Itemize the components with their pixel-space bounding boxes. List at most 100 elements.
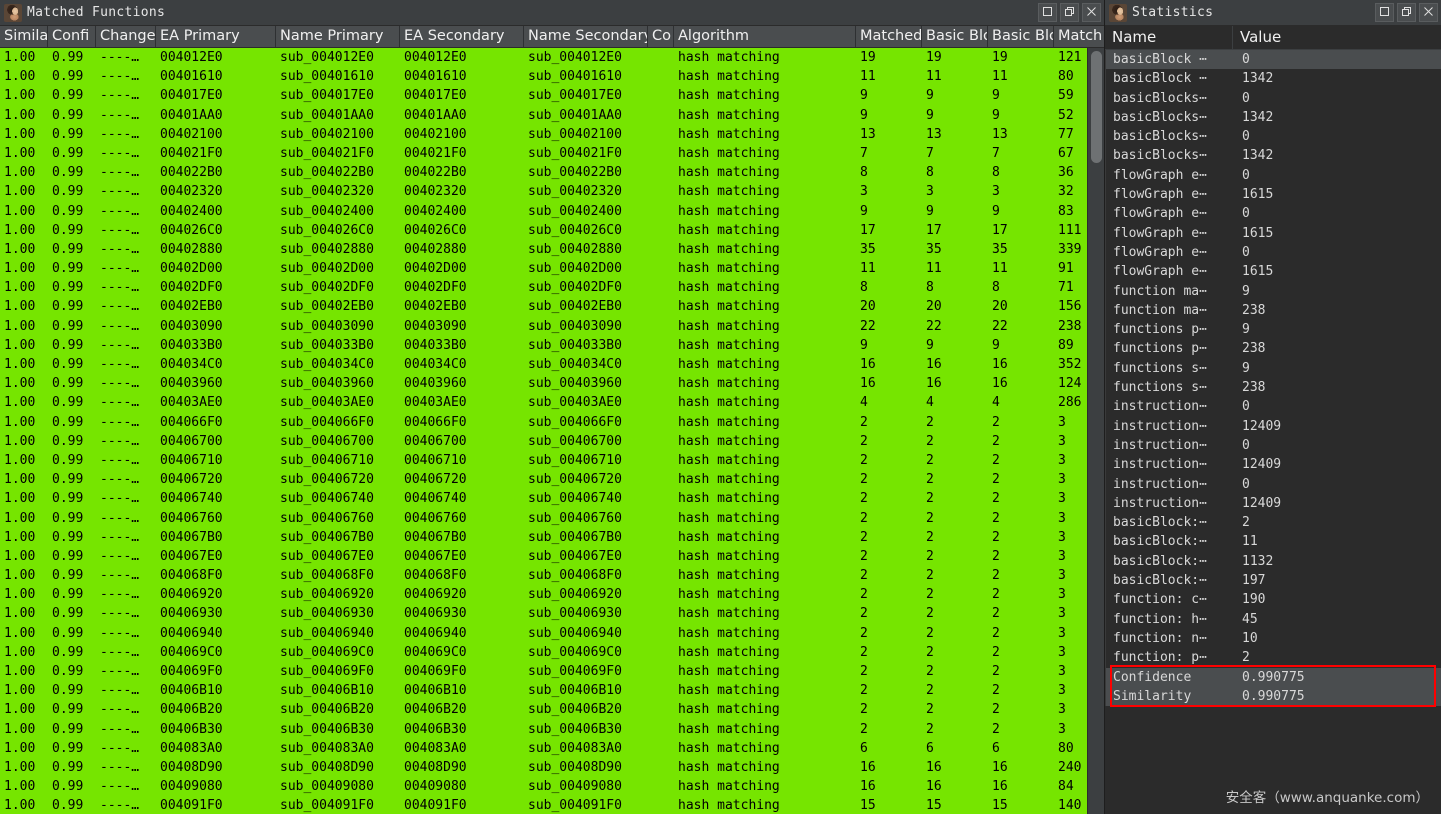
table-row[interactable]: 1.00 0.99 ----… 00406B20 sub_00406B20 00406B2… [0, 700, 1104, 720]
statistics-row[interactable]: flowGraph e⋯ 0 [1105, 204, 1441, 224]
table-row[interactable]: 1.00 0.99 ----… 004083A0 sub_004083A0 004083A… [0, 738, 1104, 758]
table-row[interactable]: 1.00 0.99 ----… 004026C0 sub_004026C0 004026C… [0, 220, 1104, 240]
statistics-row[interactable]: functions p⋯ 238 [1105, 339, 1441, 359]
table-vertical-scrollbar[interactable] [1087, 48, 1104, 814]
statistics-row[interactable]: basicBlocks⋯ 0 [1105, 127, 1441, 147]
table-row[interactable]: 1.00 0.99 ----… 00403960 sub_00403960 0040396… [0, 374, 1104, 394]
table-row[interactable]: 1.00 0.99 ----… 00406920 sub_00406920 0040692… [0, 585, 1104, 605]
column-header-basic_blocks_secondary[interactable]: Basic Blo [988, 26, 1054, 47]
table-row[interactable]: 1.00 0.99 ----… 004069C0 sub_004069C0 004069C… [0, 642, 1104, 662]
statistics-row[interactable]: basicBlock ⋯ 0 [1105, 50, 1441, 70]
table-row[interactable]: 1.00 0.99 ----… 004021F0 sub_004021F0 004021F… [0, 143, 1104, 164]
column-header-name_primary[interactable]: Name Primary [276, 26, 400, 47]
statistics-row[interactable]: function: n⋯ 10 [1105, 628, 1441, 649]
statistics-row[interactable]: functions p⋯ 9 [1105, 320, 1441, 340]
table-row[interactable]: 1.00 0.99 ----… 00406B30 sub_00406B30 00406B3… [0, 719, 1104, 739]
cell-name_primary: sub_004068F0 [280, 568, 374, 584]
table-row[interactable]: 1.00 0.99 ----… 00402EB0 sub_00402EB0 00402EB… [0, 297, 1104, 317]
table-body[interactable]: 1.00 0.99 ----… 004012E0 sub_004012E0 004012E… [0, 48, 1104, 814]
table-row[interactable]: 1.00 0.99 ----… 00406710 sub_00406710 0040671… [0, 450, 1104, 471]
table-row[interactable]: 1.00 0.99 ----… 00401610 sub_00401610 0040161… [0, 67, 1104, 87]
statistics-row[interactable]: function: p⋯ 2 [1105, 648, 1441, 668]
table-row[interactable]: 1.00 0.99 ----… 00403090 sub_00403090 0040309… [0, 316, 1104, 336]
column-header-matched_basic_blocks[interactable]: Matched [856, 26, 922, 47]
table-row[interactable]: 1.00 0.99 ----… 00406940 sub_00406940 0040694… [0, 623, 1104, 643]
column-header-basic_blocks_primary[interactable]: Basic Blo [922, 26, 988, 47]
table-row[interactable]: 1.00 0.99 ----… 00406740 sub_00406740 0040674… [0, 489, 1104, 509]
column-header-change[interactable]: Change [96, 26, 156, 47]
statistics-row[interactable]: function ma⋯ 9 [1105, 281, 1441, 301]
table-row[interactable]: 1.00 0.99 ----… 00402D00 sub_00402D00 00402D0… [0, 259, 1104, 279]
statistics-column-value[interactable]: Value [1233, 26, 1441, 50]
table-row[interactable]: 1.00 0.99 ----… 004022B0 sub_004022B0 004022B… [0, 163, 1104, 183]
statistics-row[interactable]: function ma⋯ 238 [1105, 300, 1441, 321]
restore-button[interactable] [1397, 3, 1416, 22]
statistics-row[interactable]: basicBlock ⋯ 1342 [1105, 69, 1441, 89]
table-row[interactable]: 1.00 0.99 ----… 00406B10 sub_00406B10 00406B1… [0, 681, 1104, 701]
table-row[interactable]: 1.00 0.99 ----… 00406760 sub_00406760 0040676… [0, 508, 1104, 528]
statistics-row[interactable]: functions s⋯ 9 [1105, 358, 1441, 379]
column-header-name_secondary[interactable]: Name Secondary [524, 26, 648, 47]
close-button[interactable] [1082, 3, 1101, 22]
restore-button[interactable] [1060, 3, 1079, 22]
statistics-row[interactable]: Confidence 0.990775 [1105, 667, 1441, 687]
statistics-row[interactable]: basicBlocks⋯ 1342 [1105, 146, 1441, 166]
column-header-ea_primary[interactable]: EA Primary [156, 26, 276, 47]
table-row[interactable]: 1.00 0.99 ----… 00401AA0 sub_00401AA0 00401AA… [0, 105, 1104, 125]
table-row[interactable]: 1.00 0.99 ----… 004069F0 sub_004069F0 004069F… [0, 662, 1104, 682]
maximize-button[interactable] [1375, 3, 1394, 22]
statistics-row[interactable]: functions s⋯ 238 [1105, 378, 1441, 398]
column-header-comments[interactable]: Co [648, 26, 674, 47]
table-row[interactable]: 1.00 0.99 ----… 004033B0 sub_004033B0 004033B… [0, 335, 1104, 355]
scrollbar-thumb[interactable] [1091, 51, 1102, 163]
statistics-row[interactable]: Similarity 0.990775 [1105, 686, 1441, 707]
statistics-row[interactable]: basicBlock:⋯ 11 [1105, 532, 1441, 552]
statistics-row[interactable]: instruction⋯ 12409 [1105, 416, 1441, 436]
column-header-matched_instructions[interactable]: Match [1054, 26, 1104, 47]
statistics-row[interactable]: flowGraph e⋯ 1615 [1105, 185, 1441, 205]
statistics-row[interactable]: flowGraph e⋯ 1615 [1105, 262, 1441, 282]
maximize-button[interactable] [1038, 3, 1057, 22]
table-row[interactable]: 1.00 0.99 ----… 004034C0 sub_004034C0 004034C… [0, 355, 1104, 375]
table-row[interactable]: 1.00 0.99 ----… 004091F0 sub_004091F0 004091F… [0, 796, 1104, 814]
column-header-confidence[interactable]: Confi [48, 26, 96, 47]
table-row[interactable]: 1.00 0.99 ----… 004068F0 sub_004068F0 004068F… [0, 566, 1104, 586]
table-row[interactable]: 1.00 0.99 ----… 004012E0 sub_004012E0 004012E… [0, 48, 1104, 68]
statistics-row[interactable]: function: c⋯ 190 [1105, 590, 1441, 610]
statistics-row[interactable]: instruction⋯ 0 [1105, 474, 1441, 494]
statistics-body[interactable]: basicBlock ⋯ 0 basicBlock ⋯ 1342 basicBlocks… [1105, 50, 1441, 814]
table-row[interactable]: 1.00 0.99 ----… 004017E0 sub_004017E0 004017E… [0, 86, 1104, 106]
statistics-column-name[interactable]: Name [1105, 25, 1233, 50]
statistics-row[interactable]: flowGraph e⋯ 1615 [1105, 223, 1441, 243]
column-header-similarity[interactable]: Similarit [0, 26, 48, 47]
table-row[interactable]: 1.00 0.99 ----… 00403AE0 sub_00403AE0 00403AE… [0, 393, 1104, 413]
statistics-row[interactable]: flowGraph e⋯ 0 [1105, 165, 1441, 186]
statistics-row[interactable]: flowGraph e⋯ 0 [1105, 242, 1441, 263]
statistics-row[interactable]: basicBlock:⋯ 1132 [1105, 551, 1441, 572]
statistics-row[interactable]: basicBlock:⋯ 197 [1105, 571, 1441, 591]
table-row[interactable]: 1.00 0.99 ----… 00406720 sub_00406720 0040672… [0, 470, 1104, 490]
table-row[interactable]: 1.00 0.99 ----… 00402DF0 sub_00402DF0 00402DF… [0, 278, 1104, 298]
close-button[interactable] [1419, 3, 1438, 22]
table-row[interactable]: 1.00 0.99 ----… 00406700 sub_00406700 0040670… [0, 431, 1104, 451]
table-row[interactable]: 1.00 0.99 ----… 00408D90 sub_00408D90 00408D9… [0, 757, 1104, 778]
table-row[interactable]: 1.00 0.99 ----… 00409080 sub_00409080 0040908… [0, 777, 1104, 797]
statistics-row[interactable]: basicBlocks⋯ 0 [1105, 88, 1441, 108]
table-row[interactable]: 1.00 0.99 ----… 00406930 sub_00406930 0040693… [0, 604, 1104, 624]
table-row[interactable]: 1.00 0.99 ----… 004067E0 sub_004067E0 004067E… [0, 546, 1104, 567]
statistics-row[interactable]: instruction⋯ 12409 [1105, 493, 1441, 514]
statistics-row[interactable]: instruction⋯ 0 [1105, 397, 1441, 417]
table-row[interactable]: 1.00 0.99 ----… 00402400 sub_00402400 0040240… [0, 201, 1104, 221]
statistics-row[interactable]: instruction⋯ 12409 [1105, 455, 1441, 475]
table-row[interactable]: 1.00 0.99 ----… 00402880 sub_00402880 0040288… [0, 239, 1104, 260]
table-row[interactable]: 1.00 0.99 ----… 004067B0 sub_004067B0 004067B… [0, 527, 1104, 547]
statistics-row[interactable]: function: h⋯ 45 [1105, 609, 1441, 629]
column-header-ea_secondary[interactable]: EA Secondary [400, 26, 524, 47]
statistics-row[interactable]: basicBlocks⋯ 1342 [1105, 107, 1441, 128]
statistics-row[interactable]: basicBlock:⋯ 2 [1105, 513, 1441, 533]
column-header-algorithm[interactable]: Algorithm [674, 26, 856, 47]
table-row[interactable]: 1.00 0.99 ----… 004066F0 sub_004066F0 004066F… [0, 412, 1104, 432]
statistics-row[interactable]: instruction⋯ 0 [1105, 435, 1441, 456]
table-row[interactable]: 1.00 0.99 ----… 00402100 sub_00402100 0040210… [0, 124, 1104, 144]
table-row[interactable]: 1.00 0.99 ----… 00402320 sub_00402320 0040232… [0, 182, 1104, 202]
